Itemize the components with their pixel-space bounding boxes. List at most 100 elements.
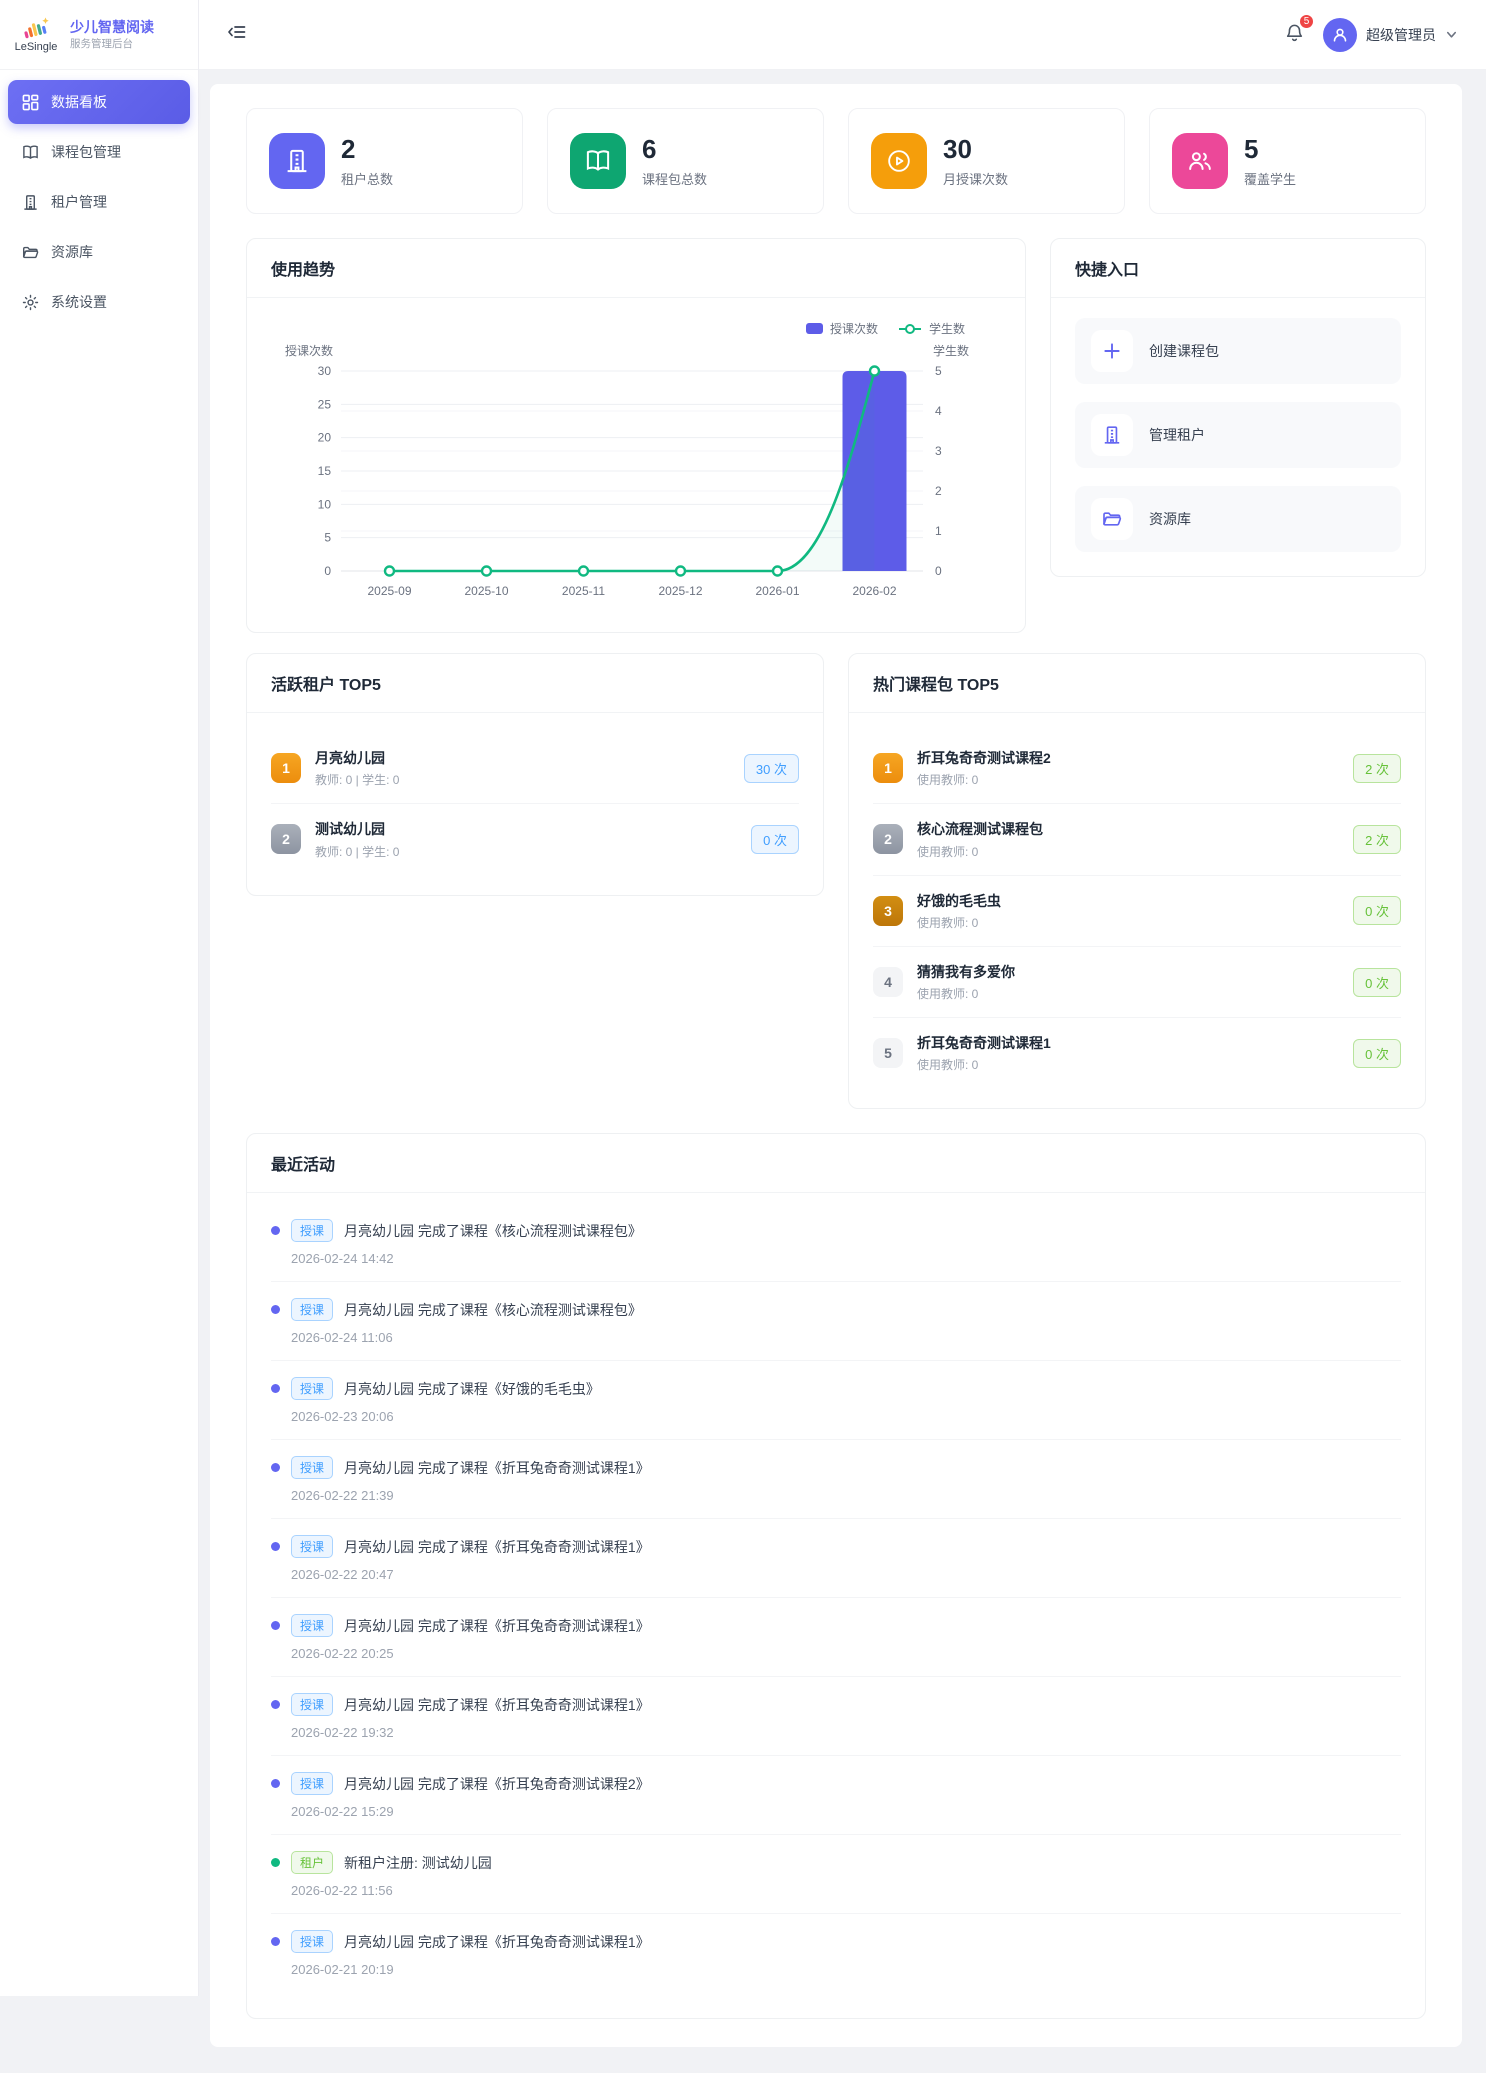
activity-text: 月亮幼儿园 完成了课程《折耳兔奇奇测试课程1》 xyxy=(344,1695,650,1715)
svg-text:2026-01: 2026-01 xyxy=(755,584,799,598)
usage-count-badge: 2 次 xyxy=(1353,754,1401,783)
building-icon xyxy=(22,194,39,211)
legend-item-lessons[interactable]: 授课次数 xyxy=(806,320,878,337)
activity-timestamp: 2026-02-22 21:39 xyxy=(291,1488,1401,1503)
sidebar-item-settings[interactable]: 系统设置 xyxy=(8,280,190,324)
stat-label: 覆盖学生 xyxy=(1244,169,1296,188)
tenant-info: 测试幼儿园 教师: 0 | 学生: 0 xyxy=(315,819,737,859)
svg-text:3: 3 xyxy=(935,444,942,458)
activity-main: 授课 月亮幼儿园 完成了课程《折耳兔奇奇测试课程1》 xyxy=(271,1456,1401,1479)
activity-row: 授课 月亮幼儿园 完成了课程《核心流程测试课程包》 2026-02-24 11:… xyxy=(271,1281,1401,1360)
activity-timestamp: 2026-02-22 15:29 xyxy=(291,1804,1401,1819)
stat-icon-tile xyxy=(1172,133,1228,189)
legend-item-students[interactable]: 学生数 xyxy=(898,320,965,337)
activity-type-badge: 授课 xyxy=(291,1535,333,1558)
sidebar-item-tenants[interactable]: 租户管理 xyxy=(8,180,190,224)
course-name: 好饿的毛毛虫 xyxy=(917,891,1339,911)
active-tenants-card: 活跃租户 TOP5 1 月亮幼儿园 教师: 0 | 学生: 0 30 次 xyxy=(246,653,824,896)
stat-icon-tile xyxy=(871,133,927,189)
activity-row: 授课 月亮幼儿园 完成了课程《折耳兔奇奇测试课程1》 2026-02-22 20… xyxy=(271,1597,1401,1676)
activity-type-badge: 授课 xyxy=(291,1930,333,1953)
svg-text:授课次数: 授课次数 xyxy=(285,343,333,358)
activity-main: 授课 月亮幼儿园 完成了课程《折耳兔奇奇测试课程1》 xyxy=(271,1930,1401,1953)
brand-logo-icon: LeSingle xyxy=(12,16,60,53)
sidebar-item-resources[interactable]: 资源库 xyxy=(8,230,190,274)
tenant-meta: 教师: 0 | 学生: 0 xyxy=(315,771,730,788)
stat-texts: 30 月授课次数 xyxy=(943,134,1008,187)
stat-value: 2 xyxy=(341,134,393,165)
rainbow-bars-icon xyxy=(21,16,51,40)
activity-type-badge: 授课 xyxy=(291,1693,333,1716)
rank-badge: 5 xyxy=(873,1038,903,1068)
quick-entry-resources[interactable]: 资源库 xyxy=(1075,486,1401,552)
avatar xyxy=(1323,18,1357,52)
card-title: 最近活动 xyxy=(247,1134,1425,1193)
activity-text: 月亮幼儿园 完成了课程《折耳兔奇奇测试课程1》 xyxy=(344,1537,650,1557)
svg-text:2026-02: 2026-02 xyxy=(852,584,896,598)
activity-main: 授课 月亮幼儿园 完成了课程《折耳兔奇奇测试课程1》 xyxy=(271,1535,1401,1558)
svg-text:30: 30 xyxy=(318,364,332,378)
svg-text:1: 1 xyxy=(935,524,942,538)
activity-timestamp: 2026-02-21 20:19 xyxy=(291,1962,1401,1977)
plus-icon xyxy=(1102,341,1122,361)
activity-text: 月亮幼儿园 完成了课程《折耳兔奇奇测试课程1》 xyxy=(344,1616,650,1636)
rank-badge: 4 xyxy=(873,967,903,997)
activity-row: 授课 月亮幼儿园 完成了课程《折耳兔奇奇测试课程1》 2026-02-22 19… xyxy=(271,1676,1401,1755)
svg-text:4: 4 xyxy=(935,404,942,418)
folder-icon xyxy=(1102,509,1122,529)
usage-count-badge: 0 次 xyxy=(751,825,799,854)
activity-dot-icon xyxy=(271,1384,280,1393)
usage-count-badge: 0 次 xyxy=(1353,896,1401,925)
sidebar-collapse-button[interactable] xyxy=(227,22,247,47)
usage-count-badge: 0 次 xyxy=(1353,1039,1401,1068)
course-name: 核心流程测试课程包 xyxy=(917,819,1339,839)
stat-icon-tile xyxy=(269,133,325,189)
sidebar-item-dashboard[interactable]: 数据看板 xyxy=(8,80,190,124)
sidebar-item-label: 数据看板 xyxy=(51,92,107,112)
sidebar-item-course-packages[interactable]: 课程包管理 xyxy=(8,130,190,174)
activity-dot-icon xyxy=(271,1463,280,1472)
icon-tile xyxy=(1091,330,1133,372)
stat-card-students: 5 覆盖学生 xyxy=(1149,108,1426,214)
book-icon xyxy=(22,144,39,161)
user-menu[interactable]: 超级管理员 xyxy=(1323,18,1458,52)
activity-row: 授课 月亮幼儿园 完成了课程《好饿的毛毛虫》 2026-02-23 20:06 xyxy=(271,1360,1401,1439)
activity-text: 新租户注册: 测试幼儿园 xyxy=(344,1853,492,1873)
svg-text:2025-11: 2025-11 xyxy=(562,584,605,598)
legend-label: 学生数 xyxy=(929,320,965,337)
quick-entry-create-course[interactable]: 创建课程包 xyxy=(1075,318,1401,384)
activity-timestamp: 2026-02-22 20:47 xyxy=(291,1567,1401,1582)
quick-entry-manage-tenants[interactable]: 管理租户 xyxy=(1075,402,1401,468)
top-header: 5 超级管理员 xyxy=(199,0,1486,70)
building-icon xyxy=(284,148,310,174)
stat-icon-tile xyxy=(570,133,626,189)
stat-value: 30 xyxy=(943,134,1008,165)
course-row: 5 折耳兔奇奇测试课程1 使用教师: 0 0 次 xyxy=(873,1017,1401,1088)
course-name: 折耳兔奇奇测试课程1 xyxy=(917,1033,1339,1053)
line-series-swatch xyxy=(898,323,922,335)
svg-text:20: 20 xyxy=(318,431,332,445)
svg-text:0: 0 xyxy=(935,564,942,578)
notifications-button[interactable]: 5 xyxy=(1284,21,1305,48)
active-tenants-body: 1 月亮幼儿园 教师: 0 | 学生: 0 30 次 2 xyxy=(247,713,823,895)
book-icon xyxy=(585,148,611,174)
quick-entry-card: 快捷入口 创建课程包 xyxy=(1050,238,1426,577)
icon-tile xyxy=(1091,498,1133,540)
user-icon xyxy=(1331,26,1349,44)
legend-label: 授课次数 xyxy=(830,320,878,337)
stat-texts: 6 课程包总数 xyxy=(642,134,707,187)
tenant-info: 月亮幼儿园 教师: 0 | 学生: 0 xyxy=(315,748,730,788)
course-meta: 使用教师: 0 xyxy=(917,985,1339,1002)
card-title: 热门课程包 TOP5 xyxy=(849,654,1425,713)
stat-label: 月授课次数 xyxy=(943,169,1008,188)
svg-text:15: 15 xyxy=(318,464,332,478)
chart-legend: 授课次数 学生数 xyxy=(271,320,1001,337)
svg-text:2025-09: 2025-09 xyxy=(367,584,411,598)
sidebar-item-label: 资源库 xyxy=(51,242,93,262)
brand-text: 少儿智慧阅读 服务管理后台 xyxy=(70,18,154,51)
quick-entry-label: 资源库 xyxy=(1149,509,1191,529)
activity-row: 租户 新租户注册: 测试幼儿园 2026-02-22 11:56 xyxy=(271,1834,1401,1913)
header-right: 5 超级管理员 xyxy=(1284,18,1458,52)
stat-card-course-packages: 6 课程包总数 xyxy=(547,108,824,214)
quick-entry-label: 管理租户 xyxy=(1149,425,1205,445)
